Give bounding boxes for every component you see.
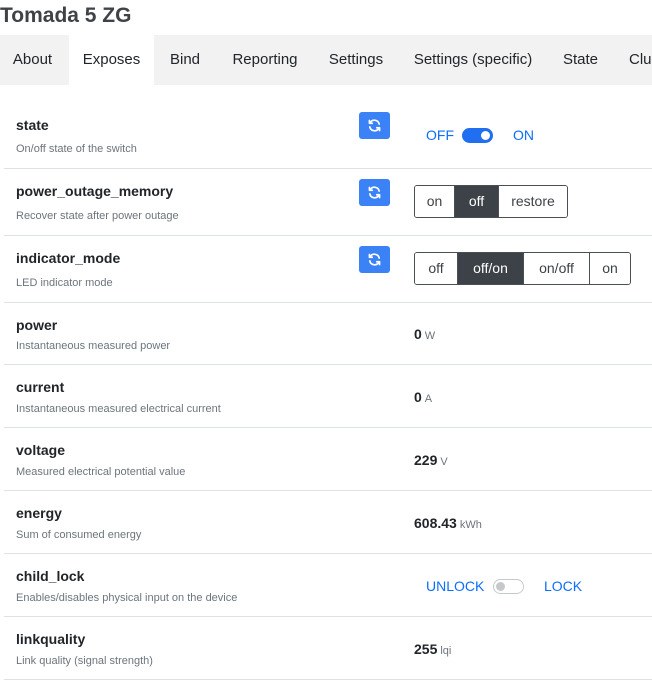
expose-description: LED indicator mode (16, 277, 113, 289)
tab-exposes[interactable]: Exposes (69, 35, 154, 85)
child-lock-unlock-label[interactable]: UNLOCK (426, 578, 484, 594)
option-on[interactable]: on (415, 186, 455, 217)
expose-value: 255 lqi (414, 641, 451, 657)
refresh-button[interactable] (359, 112, 390, 139)
expose-name: current (16, 379, 65, 395)
expose-name: linkquality (16, 631, 86, 647)
expose-description: Sum of consumed energy (16, 529, 142, 541)
expose-description: Instantaneous measured electrical curren… (16, 403, 221, 415)
device-title: Tomada 5 ZG (0, 4, 132, 27)
value-number: 255 (414, 641, 438, 657)
expose-value: 0A (414, 389, 432, 405)
state-toggle: OFF ON (426, 127, 546, 145)
refresh-icon (368, 119, 381, 132)
tab-bind[interactable]: Bind (157, 35, 213, 85)
refresh-button[interactable] (359, 179, 390, 206)
value-number: 608.43 (414, 515, 457, 531)
expose-row-indicator-mode: indicator_mode LED indicator mode off of… (4, 236, 652, 303)
expose-value: 608.43 kWh (414, 515, 482, 531)
value-number: 229 (414, 452, 438, 468)
expose-description: Instantaneous measured power (16, 340, 171, 352)
expose-description: On/off state of the switch (16, 143, 137, 155)
refresh-icon (368, 186, 381, 199)
state-switch[interactable] (462, 128, 493, 143)
expose-row-child-lock: child_lock Enables/disables physical inp… (4, 554, 652, 617)
tab-state[interactable]: State (549, 35, 612, 85)
child-lock-toggle: UNLOCK LOCK (426, 578, 586, 596)
state-off-label[interactable]: OFF (426, 127, 454, 143)
tab-bar: About Exposes Bind Reporting Settings Se… (0, 35, 652, 85)
option-off[interactable]: off (455, 186, 499, 217)
exposes-panel: state On/off state of the switch OFF ON … (4, 100, 652, 695)
value-unit: kWh (459, 519, 482, 531)
indicator-mode-options: off off/on on/off on (414, 252, 631, 285)
expose-value: 0W (414, 326, 435, 342)
expose-name: child_lock (16, 568, 85, 584)
expose-row-voltage: voltage Measured electrical potential va… (4, 428, 652, 491)
power-outage-memory-options: on off restore (414, 185, 568, 218)
expose-value: 229 V (414, 452, 448, 468)
expose-description: Measured electrical potential value (16, 466, 186, 478)
value-unit: A (424, 393, 433, 405)
expose-name: power_outage_memory (16, 183, 174, 199)
expose-row-linkquality: linkquality Link quality (signal strengt… (4, 617, 652, 680)
value-number: 0 (414, 326, 422, 342)
option-off[interactable]: off (415, 253, 458, 284)
tab-settings[interactable]: Settings (316, 35, 396, 85)
tab-clusters[interactable]: Clu (616, 35, 652, 85)
expose-name: voltage (16, 442, 66, 458)
tab-about[interactable]: About (0, 35, 65, 85)
switch-knob (496, 582, 505, 591)
child-lock-switch[interactable] (493, 579, 524, 594)
expose-row-state: state On/off state of the switch OFF ON (4, 100, 652, 169)
option-on[interactable]: on (590, 253, 630, 284)
expose-name: state (16, 117, 49, 133)
tab-settings-specific[interactable]: Settings (specific) (400, 35, 546, 85)
refresh-icon (368, 253, 381, 266)
expose-name: power (16, 317, 58, 333)
option-restore[interactable]: restore (499, 186, 567, 217)
expose-row-current: current Instantaneous measured electrica… (4, 365, 652, 428)
option-off-on[interactable]: off/on (458, 253, 524, 284)
refresh-button[interactable] (359, 246, 390, 273)
option-on-off[interactable]: on/off (524, 253, 590, 284)
value-unit: W (424, 330, 436, 342)
state-on-label[interactable]: ON (513, 127, 534, 143)
expose-description: Enables/disables physical input on the d… (16, 592, 238, 604)
expose-description: Recover state after power outage (16, 210, 179, 222)
expose-row-power: power Instantaneous measured power 0W (4, 303, 652, 365)
value-unit: lqi (440, 645, 452, 657)
expose-description: Link quality (signal strength) (16, 655, 153, 667)
expose-name: indicator_mode (16, 250, 121, 266)
tab-reporting[interactable]: Reporting (217, 35, 313, 85)
child-lock-lock-label[interactable]: LOCK (544, 578, 582, 594)
switch-knob (481, 131, 490, 140)
expose-row-power-outage-memory: power_outage_memory Recover state after … (4, 169, 652, 236)
expose-row-energy: energy Sum of consumed energy 608.43 kWh (4, 491, 652, 554)
value-number: 0 (414, 389, 422, 405)
value-unit: V (440, 456, 448, 468)
expose-name: energy (16, 505, 62, 521)
